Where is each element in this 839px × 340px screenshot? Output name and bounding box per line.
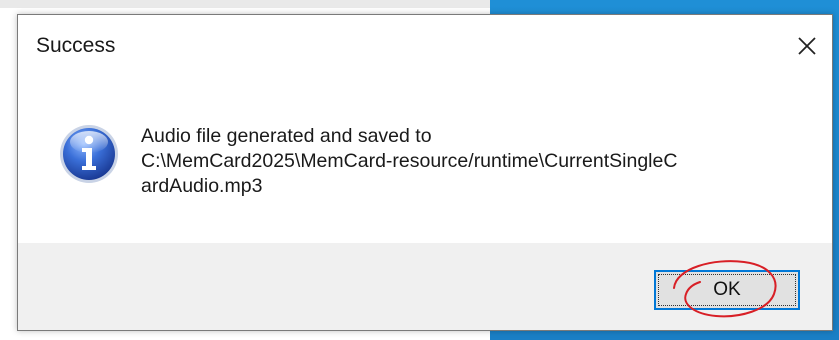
close-button[interactable] bbox=[790, 29, 824, 63]
dialog-content: Audio file generated and saved to C:\Mem… bbox=[18, 77, 832, 243]
message-text: Audio file generated and saved to C:\Mem… bbox=[141, 124, 801, 199]
dialog-title: Success bbox=[36, 34, 116, 57]
dialog-footer: OK bbox=[18, 243, 832, 330]
close-icon bbox=[798, 37, 816, 55]
message-line-3: ardAudio.mp3 bbox=[141, 175, 263, 197]
ok-button[interactable]: OK bbox=[654, 270, 800, 310]
info-icon bbox=[60, 125, 118, 183]
background-strip bbox=[0, 0, 490, 8]
message-line-1: Audio file generated and saved to bbox=[141, 125, 432, 147]
dialog-titlebar[interactable]: Success bbox=[18, 15, 832, 77]
message-line-2: C:\MemCard2025\MemCard-resource/runtime\… bbox=[141, 150, 678, 172]
message-dialog: Success Audio file generated and saved t… bbox=[17, 14, 833, 331]
